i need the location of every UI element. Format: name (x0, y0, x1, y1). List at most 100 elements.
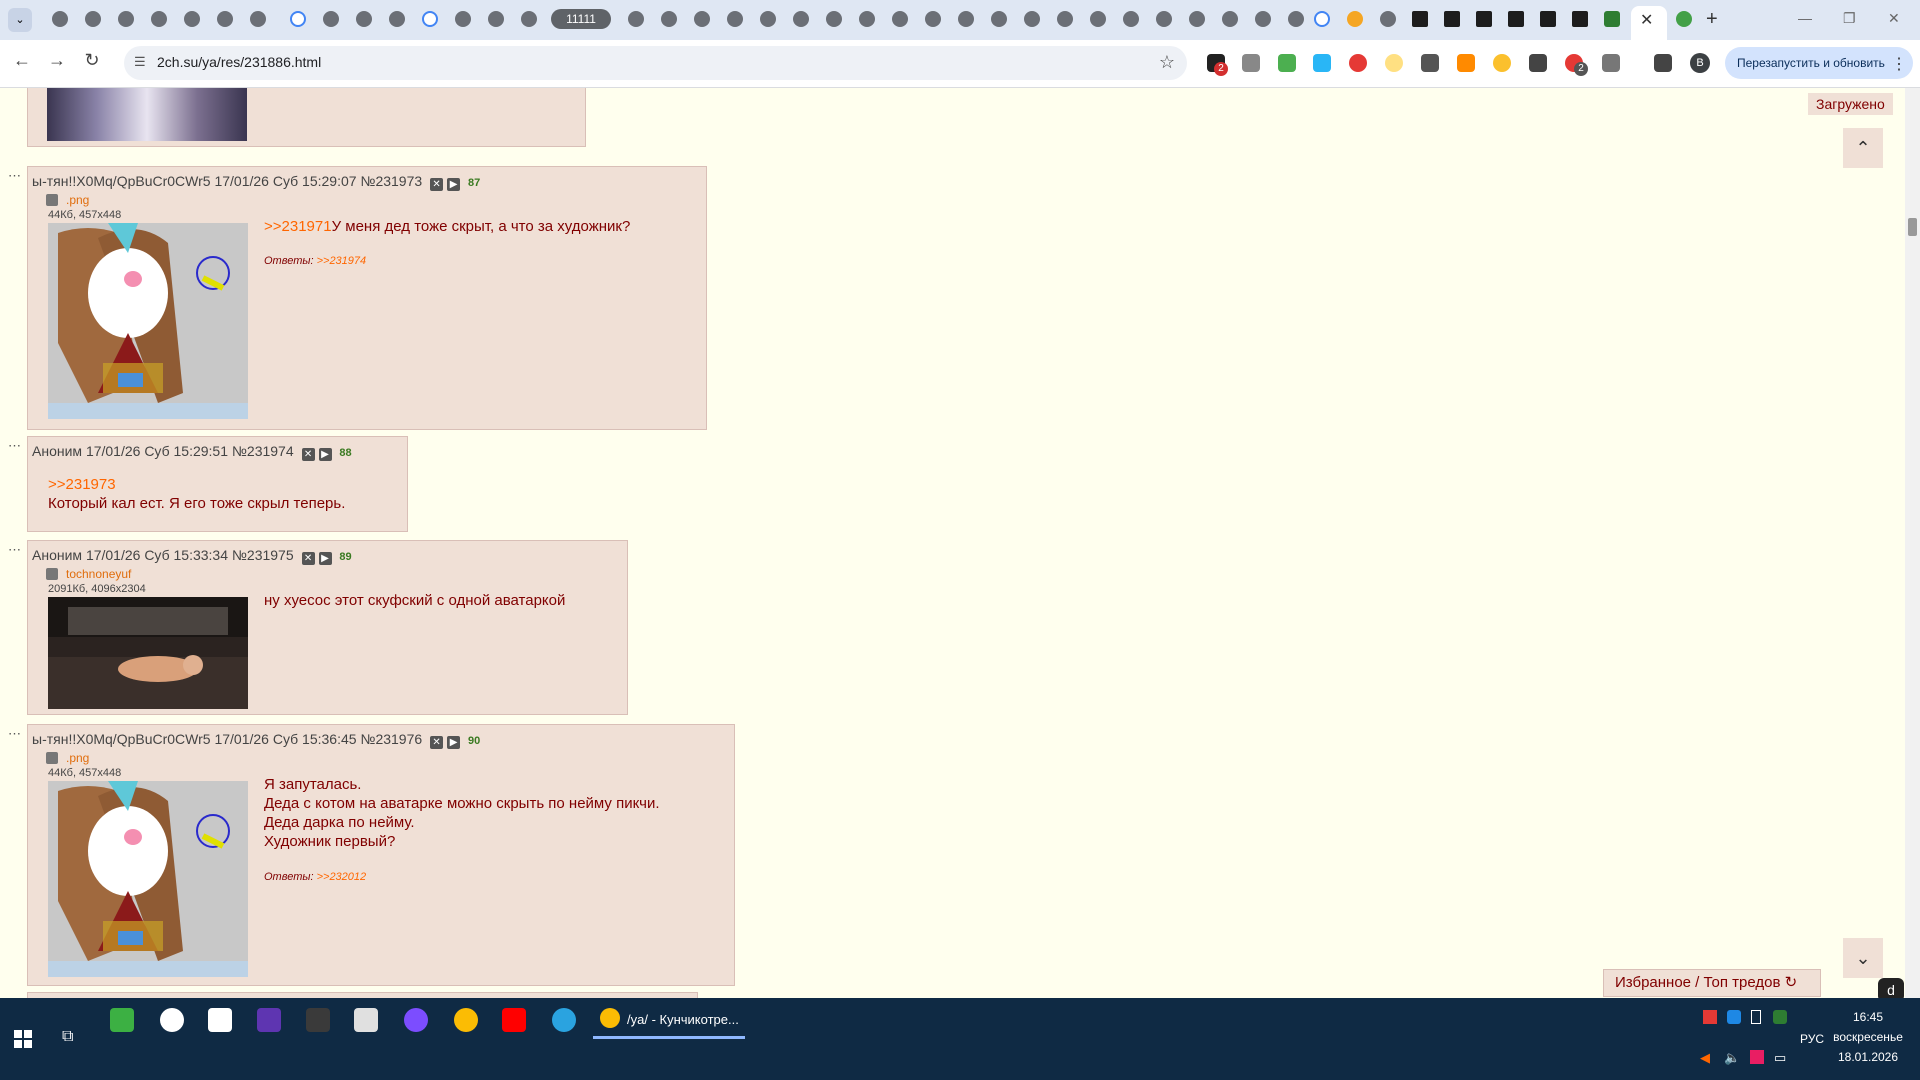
tab-favicon[interactable] (859, 11, 875, 27)
post-author[interactable]: ы-тян!!X0Mq/QpBuCr0CWr5 (32, 173, 211, 189)
tab-favicon[interactable] (1255, 11, 1271, 27)
post-number[interactable]: №231974 (232, 443, 294, 459)
reply-post-icon[interactable]: ▶ (318, 448, 332, 461)
google-tab-icon[interactable] (290, 11, 306, 27)
reply-post-icon[interactable]: ▶ (447, 736, 461, 749)
reply-link[interactable]: >>231973 (48, 475, 345, 494)
file-name[interactable]: .png (66, 751, 89, 765)
lightning-tab-icon[interactable] (1347, 11, 1363, 27)
tab-favicon[interactable] (521, 11, 537, 27)
extensions-puzzle-icon[interactable] (1602, 54, 1620, 72)
tab-favicon[interactable] (1288, 11, 1304, 27)
security-icon[interactable] (1773, 1010, 1787, 1024)
post-author[interactable]: ы-тян!!X0Mq/QpBuCr0CWr5 (32, 731, 211, 747)
film-strip-icon[interactable] (257, 1008, 281, 1032)
post-image-thumbnail[interactable] (48, 597, 248, 709)
refresh-icon[interactable]: ↻ (1785, 974, 1798, 991)
notification-icon[interactable]: ◀ (1700, 1050, 1710, 1066)
relaunch-update-button[interactable]: Перезапустить и обновить (1725, 47, 1913, 79)
forward-button[interactable]: → (45, 50, 69, 71)
site-info-icon[interactable]: ☰ (134, 54, 146, 70)
tab-favicon[interactable] (991, 11, 1007, 27)
reply-post-icon[interactable]: ▶ (447, 178, 461, 191)
new-tab-button[interactable]: + (1706, 8, 1718, 31)
tab-favicon[interactable] (1156, 11, 1172, 27)
taskbar-app-icon[interactable] (208, 1008, 232, 1032)
extension-icon[interactable] (1385, 54, 1403, 72)
vertical-scrollbar[interactable] (1905, 88, 1920, 998)
search-image-icon[interactable] (46, 752, 58, 764)
rew-app-icon[interactable] (306, 1008, 330, 1032)
x-tab-icon[interactable] (1476, 11, 1492, 27)
extension-icon[interactable] (1313, 54, 1331, 72)
post-menu-icon[interactable]: ⋯ (8, 542, 21, 558)
tab-favicon[interactable] (826, 11, 842, 27)
downloads-icon[interactable] (1654, 54, 1672, 72)
tab-favicon[interactable] (488, 11, 504, 27)
system-clock[interactable]: 16:45 воскресенье 18.01.2026 (1822, 1010, 1914, 1064)
tab-favicon[interactable] (389, 11, 405, 27)
chrome-icon[interactable] (454, 1008, 478, 1032)
post-image-thumbnail[interactable] (47, 88, 247, 141)
scroll-down-button[interactable]: ⌄ (1843, 938, 1883, 978)
tab-favicon[interactable] (118, 11, 134, 27)
tab-favicon[interactable] (151, 11, 167, 27)
restore-button[interactable]: ❐ (1843, 10, 1856, 27)
usb-icon[interactable] (1751, 1010, 1761, 1024)
tab-favicon[interactable] (250, 11, 266, 27)
post-menu-icon[interactable]: ⋯ (8, 168, 21, 184)
address-bar[interactable]: ☰ 2ch.su/ya/res/231886.html ☆ (124, 46, 1187, 80)
tab-favicon[interactable] (1222, 11, 1238, 27)
search-image-icon[interactable] (46, 568, 58, 580)
reply-link[interactable]: >>231971 (264, 218, 332, 235)
tab-favicon[interactable] (323, 11, 339, 27)
taskbar-app-icon[interactable] (404, 1008, 428, 1032)
task-view-icon[interactable]: ⧉ (62, 1028, 73, 1046)
tab-favicon[interactable] (184, 11, 200, 27)
close-window-button[interactable]: ✕ (1888, 10, 1900, 27)
hide-post-icon[interactable]: ✕ (301, 448, 315, 461)
reply-back-link[interactable]: >>232012 (317, 871, 367, 883)
tab-search-button[interactable]: ⌄ (8, 8, 32, 32)
scroll-up-button[interactable]: ⌃ (1843, 128, 1883, 168)
grid-tab-icon[interactable] (1604, 11, 1620, 27)
favorites-label[interactable]: Избранное / Топ тредов (1615, 974, 1780, 991)
post-menu-icon[interactable]: ⋯ (8, 438, 21, 454)
url-text[interactable]: 2ch.su/ya/res/231886.html (157, 54, 321, 70)
google-tab-icon[interactable] (422, 11, 438, 27)
tab-favicon[interactable] (925, 11, 941, 27)
tab-favicon[interactable] (1380, 11, 1396, 27)
tab-favicon[interactable] (1123, 11, 1139, 27)
x-tab-icon[interactable] (1412, 11, 1428, 27)
telegram-icon[interactable] (552, 1008, 576, 1032)
windows-start-icon[interactable] (14, 1030, 32, 1048)
language-indicator[interactable]: РУС (1800, 1032, 1824, 1046)
minimize-button[interactable]: — (1798, 10, 1812, 26)
extension-icon[interactable] (1349, 54, 1367, 72)
x-tab-icon[interactable] (1508, 11, 1524, 27)
tab-favicon[interactable] (1057, 11, 1073, 27)
reply-back-link[interactable]: >>231974 (317, 255, 367, 267)
hide-post-icon[interactable]: ✕ (301, 552, 315, 565)
tab-favicon[interactable] (793, 11, 809, 27)
tab-favicon[interactable] (958, 11, 974, 27)
scrollbar-thumb[interactable] (1908, 218, 1917, 236)
taskbar-app-icon[interactable] (110, 1008, 134, 1032)
download-extension-icon[interactable] (1457, 54, 1475, 72)
tab-favicon[interactable] (1090, 11, 1106, 27)
youtube-icon[interactable] (502, 1008, 526, 1032)
tab-favicon[interactable] (52, 11, 68, 27)
taskbar-app-icon[interactable] (354, 1008, 378, 1032)
tab-favicon[interactable] (455, 11, 471, 27)
tab-favicon[interactable] (217, 11, 233, 27)
post-image-thumbnail[interactable] (48, 781, 248, 977)
tray-icon[interactable] (1703, 1010, 1717, 1024)
image-extension-icon[interactable] (1421, 54, 1439, 72)
bookmark-star-icon[interactable]: ☆ (1159, 52, 1175, 73)
taskbar-window-title[interactable]: /ya/ - Кунчикотре... (627, 1012, 739, 1027)
network-icon[interactable]: ▭ (1774, 1050, 1786, 1066)
tab-favicon[interactable] (628, 11, 644, 27)
tab-favicon[interactable] (760, 11, 776, 27)
tab-favicon[interactable] (892, 11, 908, 27)
back-button[interactable]: ← (10, 50, 34, 71)
